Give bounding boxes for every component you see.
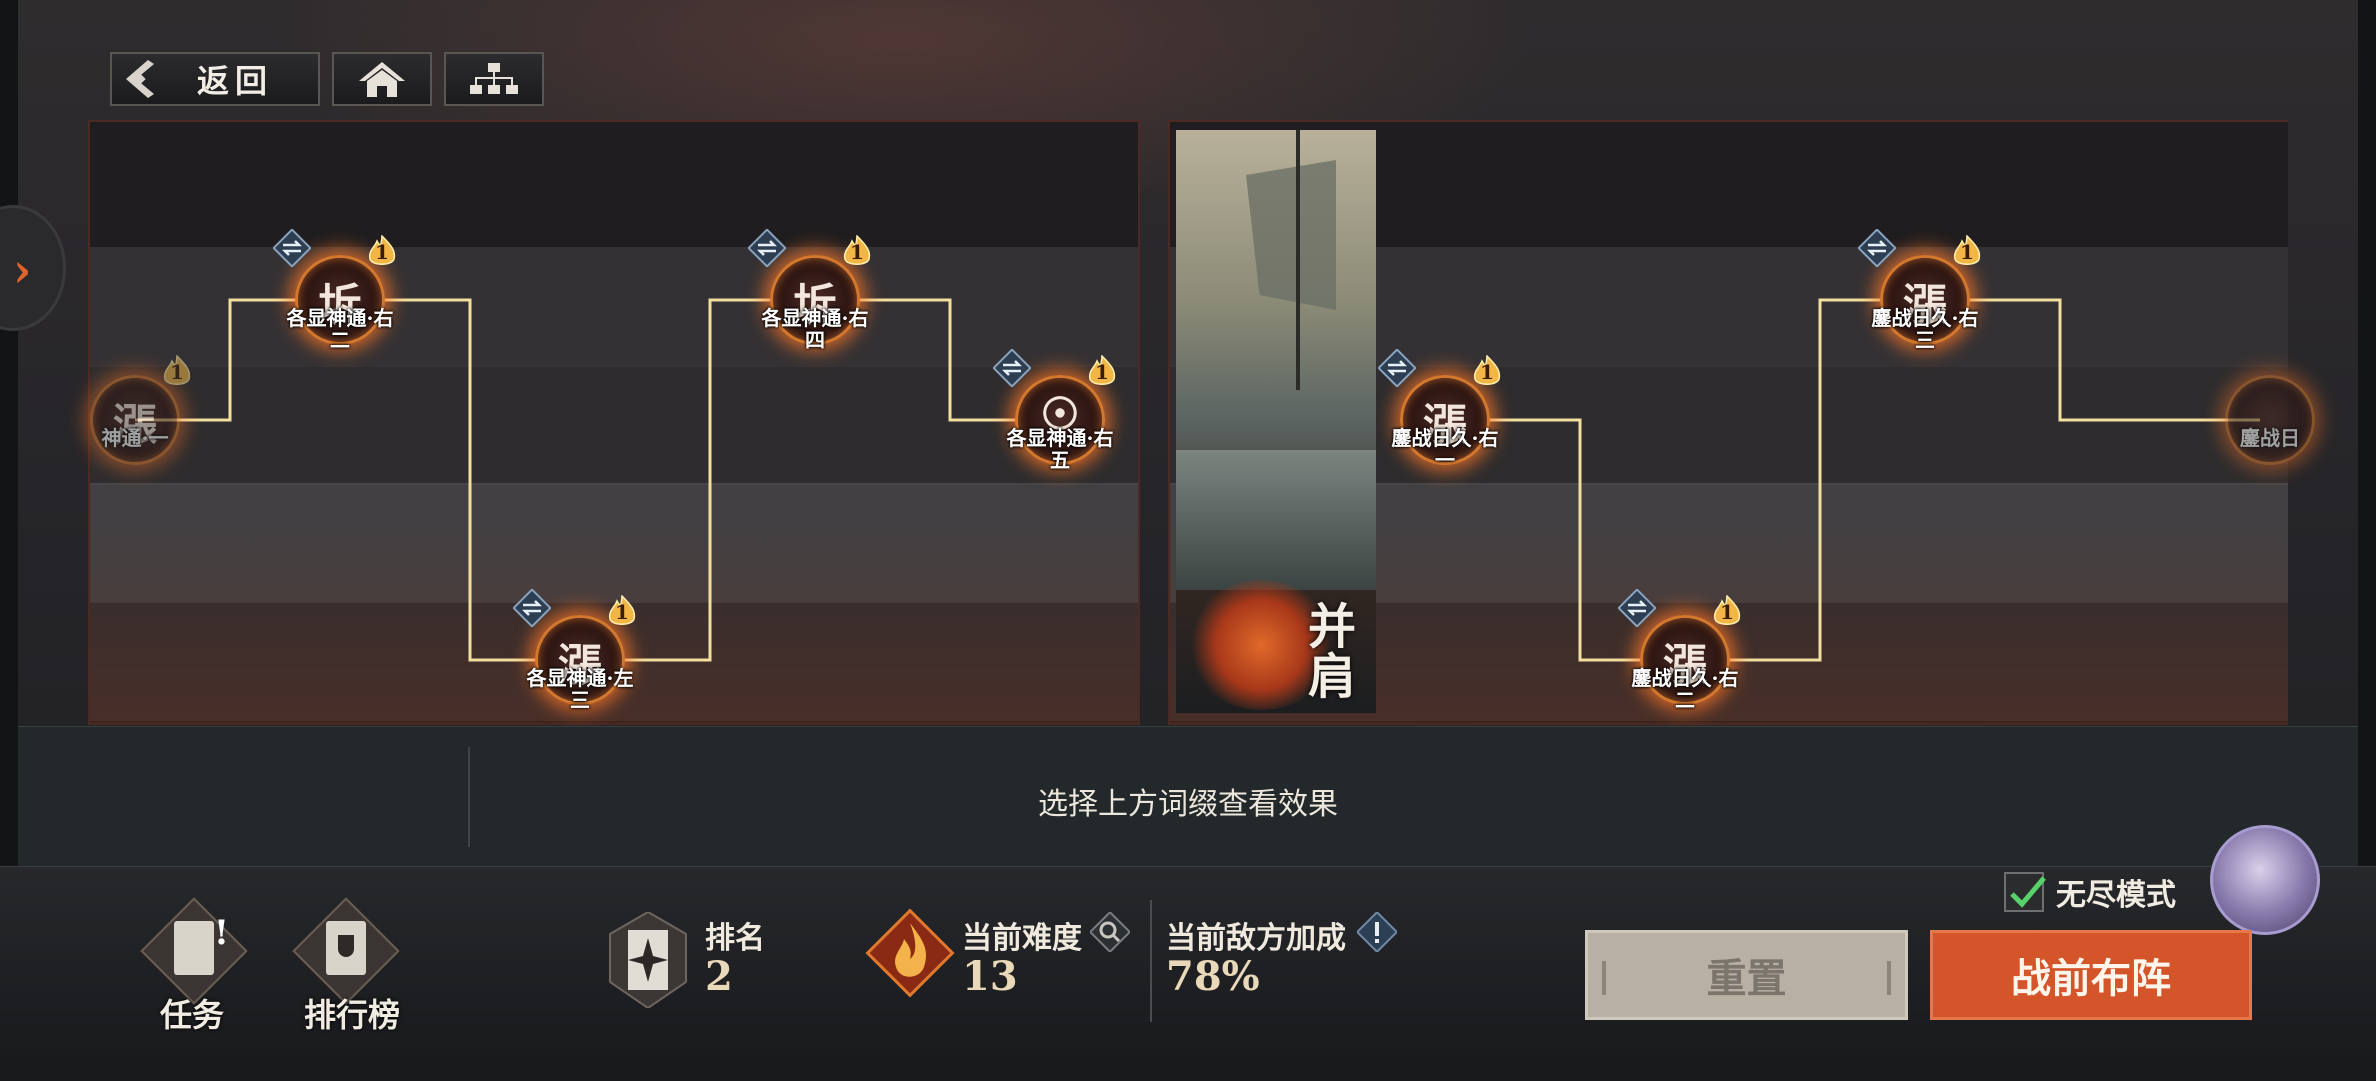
rank-value: 2 xyxy=(705,953,733,1000)
level-badge: 1 xyxy=(1470,354,1504,389)
swap-icon[interactable] xyxy=(1378,349,1416,387)
reset-label: 重置 xyxy=(1706,955,1787,1002)
rank-badge-icon xyxy=(609,912,687,1008)
level-badge: 1 xyxy=(1710,594,1744,629)
level-text: 1 xyxy=(1720,600,1734,624)
cup-icon xyxy=(338,935,354,957)
left-affix-node-4[interactable]: 坼 1 各显神通·右四 xyxy=(748,229,871,351)
ranking-button[interactable] xyxy=(292,897,400,1005)
magnifier-icon[interactable] xyxy=(1090,912,1130,952)
difficulty-flame-icon xyxy=(865,908,955,998)
stat-divider xyxy=(1150,900,1152,1022)
affix-caption: 各显神通·右五 xyxy=(1006,426,1114,472)
level-text: 1 xyxy=(375,240,389,264)
affix-disc xyxy=(2225,375,2315,465)
difficulty-title: 当前难度 xyxy=(962,921,1082,956)
enemy-bonus-title: 当前敌方加成 xyxy=(1166,921,1346,956)
level-text: 1 xyxy=(170,360,184,384)
endless-mode-label: 无尽模式 xyxy=(2056,878,2176,913)
enemy-bonus-value: 78% xyxy=(1166,953,1260,1000)
deploy-label: 战前布阵 xyxy=(2011,955,2171,1002)
swap-icon[interactable] xyxy=(273,229,311,267)
affix-caption: 各显神通·左三 xyxy=(526,666,634,712)
swap-icon[interactable] xyxy=(748,229,786,267)
level-text: 1 xyxy=(1095,360,1109,384)
affix-caption: 各显神通·右二 xyxy=(286,306,394,352)
rank-title: 排名 xyxy=(705,921,765,956)
reset-button[interactable]: 重置 xyxy=(1585,930,1908,1020)
swap-icon[interactable] xyxy=(1858,229,1896,267)
button-ornament xyxy=(1602,961,1606,995)
affix-caption: 鏖战日 xyxy=(2240,426,2300,450)
level-text: 1 xyxy=(1480,360,1494,384)
pre-battle-deploy-button[interactable]: 战前布阵 xyxy=(1930,930,2252,1020)
swap-icon[interactable] xyxy=(1618,589,1656,627)
left-affix-node-5[interactable]: ☉ 1 各显神通·右五 xyxy=(993,349,1116,471)
checkmark-icon xyxy=(2010,876,2046,908)
affix-caption: 鏖战日久·右三 xyxy=(1871,306,1979,352)
ranking-label[interactable]: 排行榜 xyxy=(304,990,400,1036)
affix-description-bar: 选择上方词缀查看效果 xyxy=(18,726,2358,867)
info-icon[interactable] xyxy=(1357,912,1397,952)
level-badge: 1 xyxy=(1950,234,1984,269)
affix-caption: 各显神通·右四 xyxy=(761,306,869,352)
endless-mode-toggle[interactable]: 无尽模式 xyxy=(2004,870,2176,914)
alert-icon: ! xyxy=(214,913,229,953)
level-badge: 1 xyxy=(1085,354,1119,389)
left-affix-node-1[interactable]: 漲 1 神通·一 xyxy=(90,354,191,465)
button-ornament xyxy=(1887,961,1891,995)
player-avatar[interactable] xyxy=(2210,825,2320,935)
level-badge: 1 xyxy=(160,354,194,389)
swap-icon[interactable] xyxy=(513,589,551,627)
affix-hint-text: 选择上方词缀查看效果 xyxy=(1038,787,1338,822)
affix-caption: 鏖战日久·右一 xyxy=(1391,426,1499,472)
level-badge: 1 xyxy=(605,594,639,629)
task-label[interactable]: 任务 xyxy=(160,990,224,1036)
endless-mode-checkbox[interactable] xyxy=(2004,872,2046,912)
affix-caption: 神通·一 xyxy=(101,426,169,450)
level-text: 1 xyxy=(1960,240,1974,264)
task-button[interactable]: ! xyxy=(140,897,248,1005)
right-affix-node-4[interactable]: 鏖战日 xyxy=(2225,375,2315,465)
scroll-icon xyxy=(174,921,214,975)
left-affix-node-2[interactable]: 坼 1 各显神通·右二 xyxy=(273,229,396,351)
level-text: 1 xyxy=(850,240,864,264)
difficulty-value: 13 xyxy=(962,953,1018,1000)
left-affix-node-3[interactable]: 漲 1 各显神通·左三 xyxy=(513,589,636,711)
level-badge: 1 xyxy=(365,234,399,269)
right-affix-node-2[interactable]: 漲 1 鏖战日久·右二 xyxy=(1618,589,1741,711)
level-text: 1 xyxy=(615,600,629,624)
level-badge: 1 xyxy=(840,234,874,269)
swap-icon[interactable] xyxy=(993,349,1031,387)
right-affix-node-1[interactable]: 漲 1 鏖战日久·右一 xyxy=(1378,349,1501,471)
right-affix-node-3[interactable]: 漲 1 鏖战日久·右三 xyxy=(1858,229,1981,351)
affix-caption: 鏖战日久·右二 xyxy=(1631,666,1739,712)
